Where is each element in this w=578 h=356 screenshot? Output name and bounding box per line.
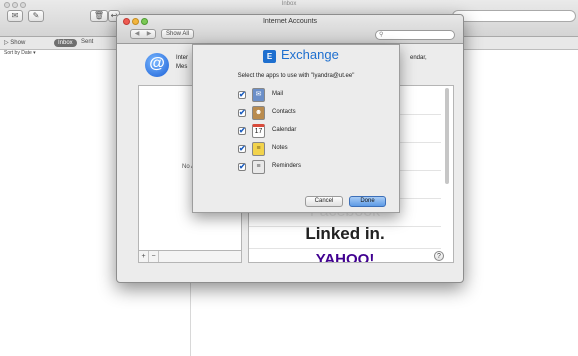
provider-yahoo[interactable]: YAHOO! [249, 246, 441, 262]
app-label-mail: Mail [272, 91, 284, 97]
envelope-icon[interactable]: ✉ [7, 10, 23, 22]
mail-window-title: Inbox [281, 1, 297, 7]
cancel-button[interactable]: Cancel [305, 196, 343, 207]
ia-toolbar: Internet Accounts ◀ ▶ Show All ⚲ [117, 15, 463, 44]
compose-icon[interactable]: ✎ [28, 10, 44, 22]
mail-icon: ✉ [252, 88, 265, 102]
back-forward-control: ◀ ▶ [130, 29, 156, 39]
intro-text-right: endar, [410, 55, 427, 61]
done-button[interactable]: Done [349, 196, 386, 207]
calendar-icon: 17 [252, 124, 265, 138]
exchange-logo-icon: E [263, 50, 276, 63]
sheet-title: Exchange [281, 47, 339, 62]
search-icon: ⚲ [379, 32, 384, 38]
inbox-favorite[interactable]: Inbox [54, 39, 77, 47]
add-account-button[interactable]: + [139, 251, 149, 262]
app-label-notes: Notes [272, 145, 288, 151]
ia-window-title: Internet Accounts [262, 18, 318, 25]
reminders-checkbox[interactable]: ✔ [238, 163, 246, 171]
show-all-button[interactable]: Show All [161, 29, 194, 39]
internet-accounts-at-icon: @ [145, 53, 169, 77]
intro-text-line1: Inter [176, 55, 189, 61]
reminders-icon: ≡ [252, 160, 265, 174]
sheet-prompt: Select the apps to use with "lyandra@ut.… [237, 73, 355, 79]
provider-scrollbar[interactable] [445, 88, 449, 184]
contacts-icon: ☻ [252, 106, 265, 120]
notes-icon: ≡ [252, 142, 265, 156]
mail-checkbox[interactable]: ✔ [238, 91, 246, 99]
sort-by-date-menu[interactable]: Sort by Date ▾ [4, 50, 36, 56]
exchange-apps-sheet: E Exchange Select the apps to use with "… [192, 44, 400, 213]
remove-account-button[interactable]: − [149, 251, 159, 262]
app-label-reminders: Reminders [272, 163, 302, 169]
sent-favorite[interactable]: Sent [81, 39, 93, 45]
trash-icon[interactable]: 🗑 [90, 10, 108, 22]
forward-icon[interactable]: ▶ [143, 30, 155, 38]
app-label-calendar: Calendar [272, 127, 297, 133]
contacts-checkbox[interactable]: ✔ [238, 109, 246, 117]
notes-checkbox[interactable]: ✔ [238, 145, 246, 153]
back-icon[interactable]: ◀ [131, 30, 143, 38]
ia-help-button[interactable]: ? [434, 251, 444, 261]
ia-search-input[interactable]: ⚲ [375, 30, 455, 40]
add-remove-bar: + − [138, 251, 242, 263]
calendar-checkbox[interactable]: ✔ [238, 127, 246, 135]
mail-search-input[interactable] [452, 10, 576, 22]
provider-linkedin[interactable]: Linked in. [249, 220, 441, 249]
app-label-contacts: Contacts [272, 109, 296, 115]
intro-text-line2: Mes [176, 64, 188, 70]
show-mailboxes-button[interactable]: ▷ Show [4, 39, 25, 46]
